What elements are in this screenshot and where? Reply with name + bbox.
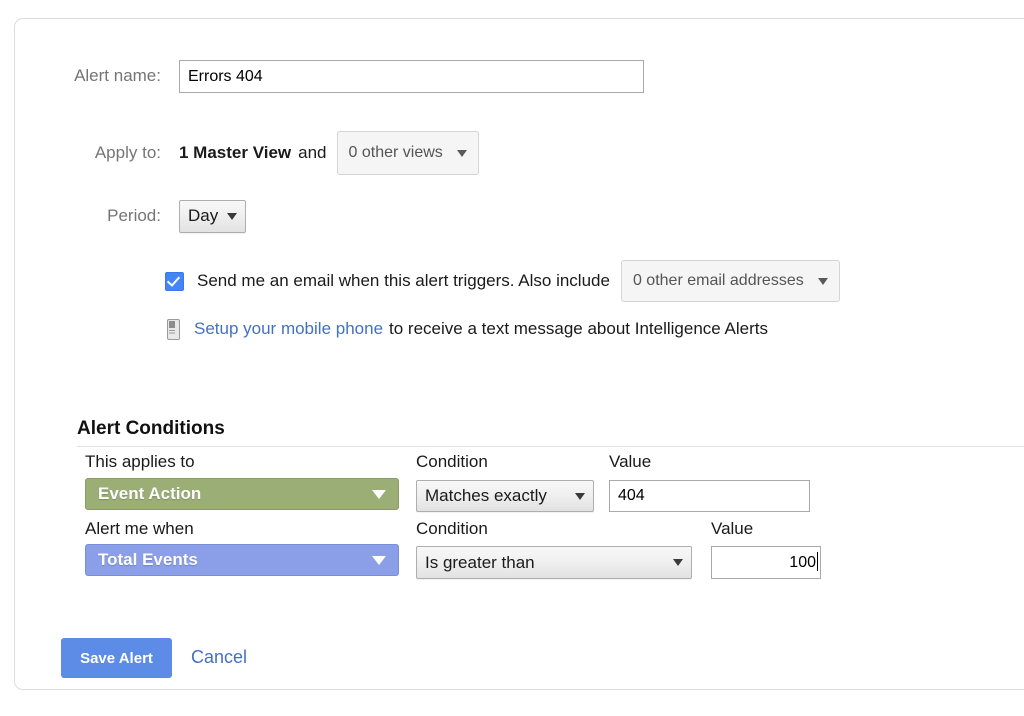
alert-settings-card: Alert name: Errors 404 Apply to: 1 Maste… bbox=[14, 18, 1024, 690]
other-email-addresses-value: 0 other email addresses bbox=[632, 272, 804, 289]
dimension-dropdown[interactable]: Event Action bbox=[85, 478, 399, 510]
metric-dropdown[interactable]: Total Events bbox=[85, 544, 399, 576]
condition-1-value: Matches exactly bbox=[425, 486, 547, 505]
metric-value: Total Events bbox=[98, 550, 198, 569]
value-2-label: Value bbox=[711, 519, 754, 538]
this-applies-to-label: This applies to bbox=[85, 452, 195, 471]
alert-name-row: Alert name: Errors 404 bbox=[46, 57, 666, 95]
condition-2-dropdown[interactable]: Is greater than bbox=[416, 546, 692, 579]
other-views-dropdown[interactable]: 0 other views bbox=[336, 131, 479, 175]
save-alert-button[interactable]: Save Alert bbox=[61, 638, 172, 678]
setup-mobile-phone-link[interactable]: Setup your mobile phone bbox=[194, 319, 383, 339]
apply-to-label: Apply to: bbox=[94, 143, 161, 162]
chevron-down-icon bbox=[372, 489, 386, 499]
send-email-checkbox[interactable] bbox=[165, 271, 184, 291]
value-2-input[interactable]: 100 bbox=[711, 546, 821, 579]
chevron-down-icon bbox=[575, 492, 585, 500]
chevron-down-icon bbox=[372, 555, 386, 565]
alert-conditions-title: Alert Conditions bbox=[77, 418, 225, 439]
alert-name-input[interactable]: Errors 404 bbox=[179, 59, 644, 93]
condition-2-label: Condition bbox=[416, 519, 488, 538]
condition-1-dropdown[interactable]: Matches exactly bbox=[416, 480, 594, 512]
other-email-addresses-dropdown[interactable]: 0 other email addresses bbox=[620, 260, 840, 302]
apply-to-row: Apply to: 1 Master View and 0 other view… bbox=[46, 131, 479, 175]
apply-to-conjunction: and bbox=[298, 143, 327, 162]
dimension-value: Event Action bbox=[98, 484, 202, 503]
period-dropdown[interactable]: Day bbox=[179, 199, 247, 233]
mobile-setup-description: to receive a text message about Intellig… bbox=[389, 319, 768, 338]
chevron-down-icon bbox=[227, 212, 238, 220]
chevron-down-icon bbox=[673, 559, 683, 566]
email-alert-row: Send me an email when this alert trigger… bbox=[165, 260, 840, 302]
other-views-value: 0 other views bbox=[348, 144, 443, 161]
apply-to-primary-view: 1 Master View bbox=[179, 143, 292, 162]
mobile-phone-icon bbox=[167, 318, 180, 340]
cancel-link[interactable]: Cancel bbox=[191, 647, 247, 668]
section-divider bbox=[77, 446, 1024, 447]
value-1-label: Value bbox=[609, 452, 652, 471]
condition-2-value: Is greater than bbox=[425, 552, 535, 572]
period-value: Day bbox=[188, 206, 219, 225]
value-2-text: 100 bbox=[789, 554, 816, 571]
alert-name-label: Alert name: bbox=[74, 66, 161, 85]
mobile-setup-row: Setup your mobile phone to receive a tex… bbox=[167, 314, 768, 344]
text-cursor bbox=[817, 552, 818, 571]
alert-me-when-label: Alert me when bbox=[85, 519, 194, 538]
condition-1-label: Condition bbox=[416, 452, 488, 471]
send-email-label: Send me an email when this alert trigger… bbox=[197, 271, 610, 290]
value-1-input[interactable]: 404 bbox=[609, 480, 810, 512]
chevron-down-icon bbox=[817, 277, 828, 285]
period-row: Period: Day bbox=[46, 197, 247, 235]
chevron-down-icon bbox=[456, 149, 467, 157]
period-label: Period: bbox=[107, 206, 161, 225]
